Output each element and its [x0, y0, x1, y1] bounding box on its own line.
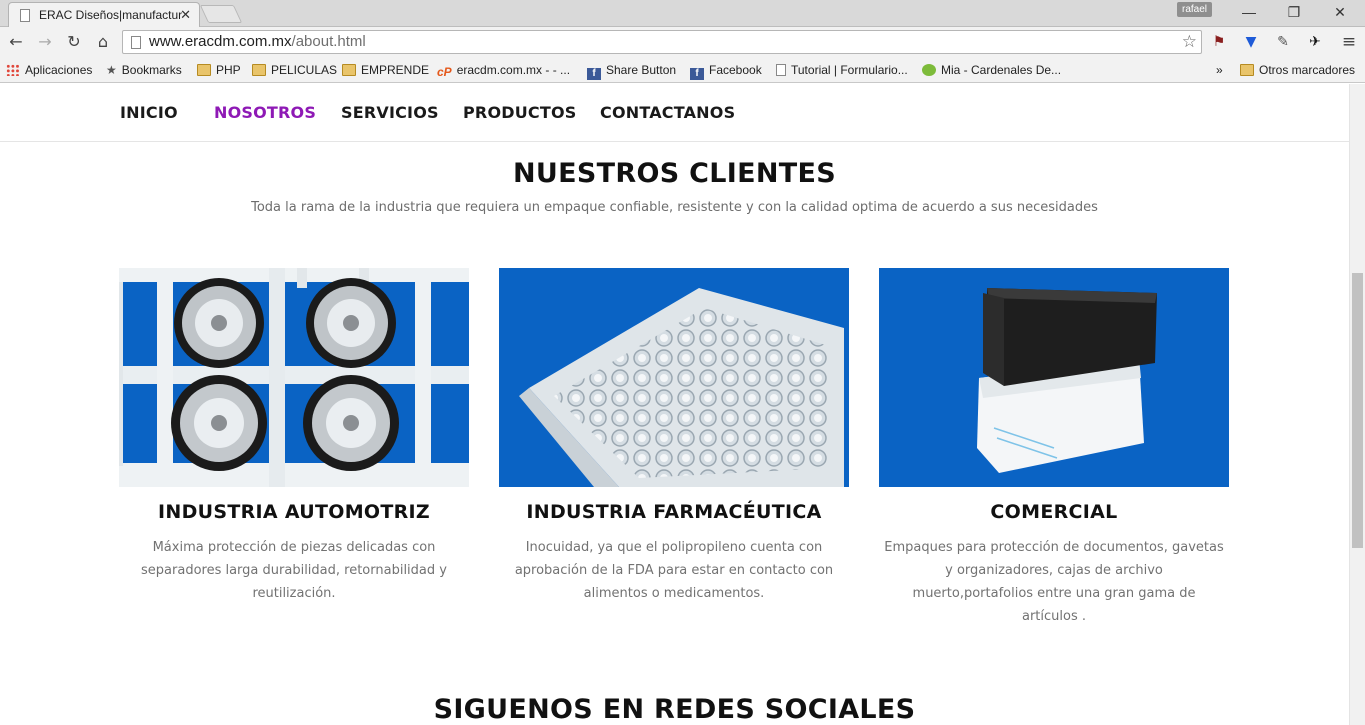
page-icon — [776, 64, 786, 76]
card-text: Empaques para protección de documentos, … — [884, 540, 1224, 624]
bookmark-php[interactable]: PHP — [197, 62, 241, 78]
reload-icon[interactable]: ↻ — [64, 32, 84, 52]
client-card-automotriz: INDUSTRIA AUTOMOTRIZ Máxima protección d… — [119, 268, 469, 605]
browser-toolbar: ← → ↻ ⌂ www.eracdm.com.mx/about.html ☆ ⚑… — [0, 27, 1365, 57]
bookmark-tutorial[interactable]: Tutorial | Formulario... — [776, 62, 908, 78]
spotify-icon — [922, 64, 936, 76]
social-section-title: SIGUENOS EN REDES SOCIALES — [433, 694, 916, 725]
bookmark-eracdm[interactable]: cP eracdm.com.mx - - ... — [437, 62, 570, 79]
facebook-icon: f — [587, 68, 601, 80]
bookmark-mia[interactable]: Mia - Cardenales De... — [922, 62, 1061, 78]
nav-inicio[interactable]: INICIO — [120, 103, 178, 122]
apps-grid-icon — [6, 64, 20, 76]
tab-strip: ERAC Diseños|manufactur ✕ rafael — ❐ ✕ — [0, 0, 1365, 27]
nav-contactanos[interactable]: CONTACTANOS — [600, 103, 735, 122]
close-window-button[interactable]: ✕ — [1329, 3, 1351, 21]
page-icon — [20, 9, 30, 22]
scrollbar-thumb[interactable] — [1352, 273, 1363, 548]
close-tab-icon[interactable]: ✕ — [180, 7, 191, 23]
automotive-headlights-image — [119, 268, 469, 487]
bookmark-facebook[interactable]: f Facebook — [690, 62, 762, 80]
star-icon: ★ — [106, 63, 117, 77]
bookmark-bookmarks[interactable]: ★ Bookmarks — [106, 62, 182, 78]
folder-icon — [197, 64, 211, 76]
page-scrollbar[interactable] — [1349, 84, 1365, 725]
client-card-farmaceutica: INDUSTRIA FARMACÉUTICA Inocuidad, ya que… — [499, 268, 849, 605]
nav-productos[interactable]: PRODUCTOS — [463, 103, 577, 122]
restore-button[interactable]: ❐ — [1283, 3, 1305, 21]
url-path: /about.html — [291, 33, 366, 50]
profile-badge[interactable]: rafael — [1177, 2, 1213, 17]
bookmark-share-button[interactable]: f Share Button — [587, 62, 676, 80]
tab-title: ERAC Diseños|manufactur — [39, 8, 183, 22]
card-title: INDUSTRIA AUTOMOTRIZ — [158, 501, 430, 523]
url-host: www.eracdm.com.mx — [149, 33, 292, 50]
pharma-tray-image — [499, 268, 849, 487]
page-viewport: INICIO NOSOTROS SERVICIOS PRODUCTOS CONT… — [0, 84, 1349, 725]
site-nav: INICIO NOSOTROS SERVICIOS PRODUCTOS CONT… — [0, 84, 1349, 142]
card-text: Máxima protección de piezas delicadas co… — [141, 540, 447, 601]
bookmarks-overflow-button[interactable]: » — [1216, 62, 1223, 78]
bookmark-peliculas[interactable]: PELICULAS — [252, 62, 337, 78]
address-bar[interactable]: www.eracdm.com.mx/about.html ☆ — [122, 30, 1202, 54]
home-icon[interactable]: ⌂ — [93, 32, 113, 52]
folder-icon — [252, 64, 266, 76]
folder-icon — [342, 64, 356, 76]
storage-boxes-image — [879, 268, 1229, 487]
section-subtitle: Toda la rama de la industria que requier… — [251, 200, 1098, 215]
card-title: COMERCIAL — [990, 501, 1118, 523]
bookmark-apps[interactable]: Aplicaciones — [6, 62, 92, 78]
card-text: Inocuidad, ya que el polipropileno cuent… — [514, 540, 834, 601]
bookmark-otros-marcadores[interactable]: Otros marcadores — [1240, 62, 1355, 78]
facebook-icon: f — [690, 68, 704, 80]
bookmark-star-icon[interactable]: ☆ — [1182, 31, 1197, 53]
page-icon — [131, 36, 141, 49]
forward-icon[interactable]: → — [35, 32, 55, 52]
extension-icon-4[interactable]: ✈ — [1306, 33, 1324, 51]
cpanel-icon: cP — [437, 65, 452, 79]
nav-servicios[interactable]: SERVICIOS — [341, 103, 439, 122]
minimize-button[interactable]: — — [1238, 3, 1260, 21]
card-title: INDUSTRIA FARMACÉUTICA — [526, 501, 822, 523]
back-icon[interactable]: ← — [6, 32, 26, 52]
bookmark-emprende[interactable]: EMPRENDE — [342, 62, 429, 78]
new-tab-button[interactable] — [199, 5, 243, 23]
eyedropper-icon[interactable]: ✎ — [1274, 33, 1292, 51]
client-card-comercial: COMERCIAL Empaques para protección de do… — [879, 268, 1229, 628]
bookmarks-bar: Aplicaciones ★ Bookmarks PHP PELICULAS EM… — [0, 57, 1365, 83]
menu-icon[interactable]: ≡ — [1340, 33, 1358, 51]
section-title: NUESTROS CLIENTES — [513, 158, 836, 189]
extension-icon-2[interactable]: ▼ — [1242, 33, 1260, 51]
extension-icon-1[interactable]: ⚑ — [1210, 33, 1228, 51]
folder-icon — [1240, 64, 1254, 76]
browser-tab[interactable]: ERAC Diseños|manufactur ✕ — [8, 2, 200, 27]
nav-nosotros[interactable]: NOSOTROS — [214, 103, 316, 122]
